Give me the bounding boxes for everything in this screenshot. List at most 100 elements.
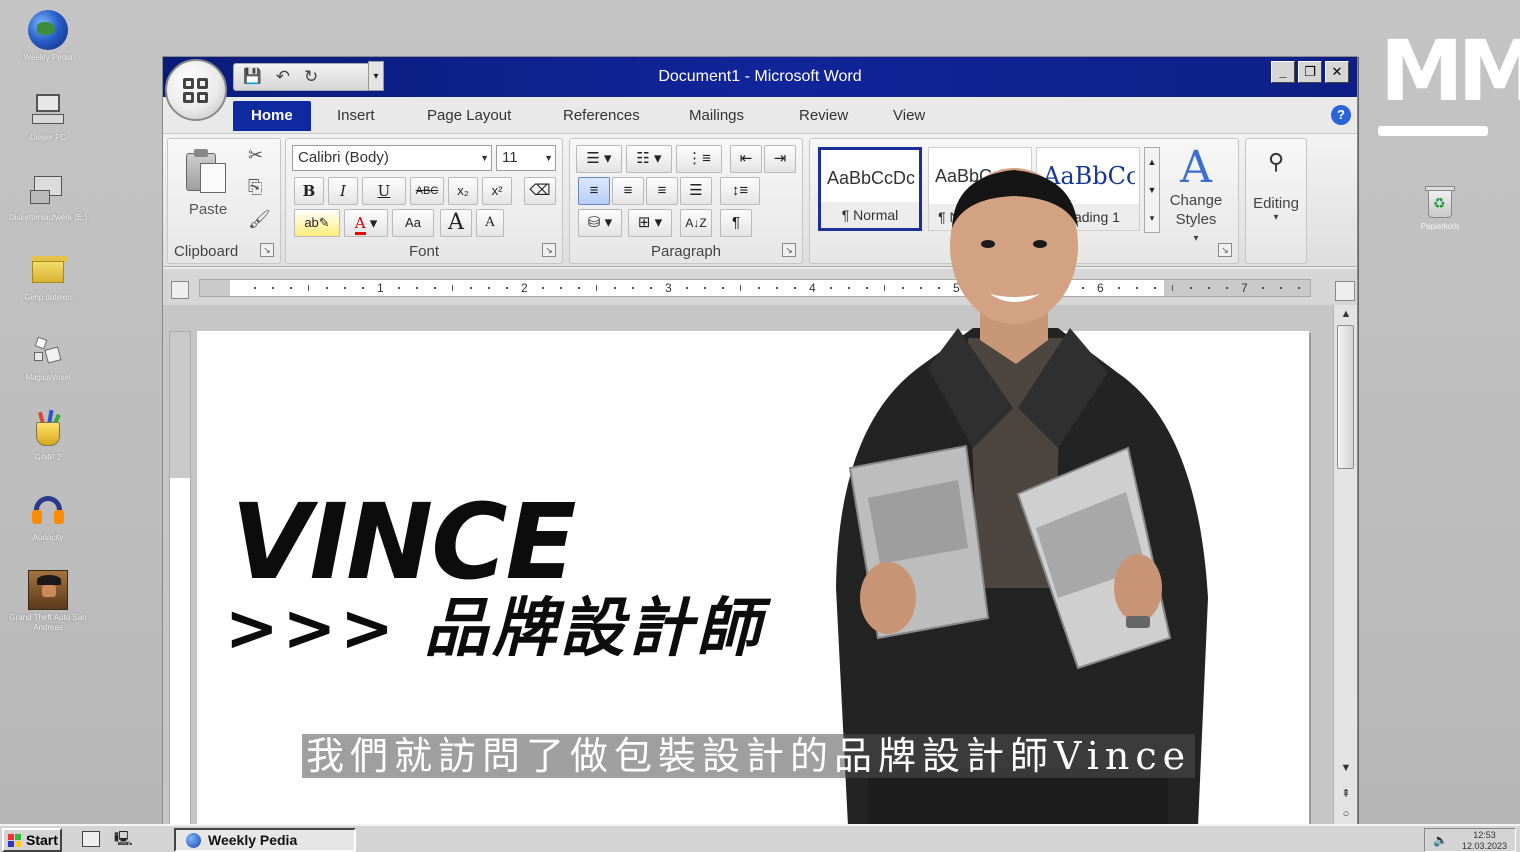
gta-icon <box>28 570 68 610</box>
tab-home[interactable]: Home <box>233 101 311 131</box>
ruler-tick <box>758 287 760 289</box>
taskbar-item-weekly-pedia[interactable]: Weekly Pedia <box>174 828 356 852</box>
close-button[interactable]: ✕ <box>1325 61 1349 83</box>
tab-page-layout[interactable]: Page Layout <box>409 101 529 131</box>
scroll-thumb[interactable] <box>1337 325 1354 469</box>
tab-selector-button[interactable] <box>171 281 189 299</box>
tab-insert[interactable]: Insert <box>319 101 393 131</box>
desktop-icon-gimp-dateien[interactable]: Gimp dateien <box>0 250 96 303</box>
clock[interactable]: 12:53 12.03.2023 <box>1462 830 1507 852</box>
previous-page-icon[interactable]: ⇞ <box>1334 785 1357 803</box>
bullets-button[interactable]: ☰ ▾ <box>576 145 622 173</box>
desktop-icon-audacity[interactable]: Audacity <box>0 490 96 543</box>
font-color-button[interactable]: A ▾ <box>344 209 388 237</box>
subscript-button[interactable]: x₂ <box>448 177 478 205</box>
desktop-icon-floppy-drive[interactable]: Diskettenlaufwerk (E:) <box>0 170 96 223</box>
align-center-icon: ≡ <box>623 182 633 199</box>
globe-icon <box>186 833 201 848</box>
undo-icon[interactable]: ↶ <box>276 68 290 86</box>
shading-button[interactable]: ⛁ ▾ <box>578 209 622 237</box>
tab-references[interactable]: References <box>545 101 658 131</box>
align-left-button[interactable]: ≡ <box>578 177 610 205</box>
clipboard-launcher-icon[interactable]: ↘ <box>260 243 274 257</box>
ruler-tick <box>704 287 706 289</box>
font-size-select[interactable]: 11 ▼ <box>496 145 556 171</box>
editing-group[interactable]: ⚲ Editing ▾ <box>1245 138 1307 264</box>
line-spacing-button[interactable]: ↕≡ <box>720 177 760 205</box>
tab-review[interactable]: Review <box>781 101 866 131</box>
desktop-icon-dieser-pc[interactable]: Dieser PC <box>0 90 96 143</box>
font-family-select[interactable]: Calibri (Body) ▼ <box>292 145 492 171</box>
font-launcher-icon[interactable]: ↘ <box>542 243 556 257</box>
binoculars-icon: ⚲ <box>1267 149 1285 174</box>
restore-button[interactable]: ❐ <box>1298 61 1322 83</box>
taskbar: Start 🖳 Weekly Pedia 🔈 12:53 12.03.2023 <box>0 824 1520 852</box>
minimize-button[interactable]: _ <box>1271 61 1295 83</box>
show-desktop-icon[interactable] <box>82 831 100 847</box>
desktop-icon-recycle-bin[interactable]: ♻ Papierkorb <box>1408 182 1472 231</box>
bold-button[interactable]: B <box>294 177 324 205</box>
ruler-tick <box>1280 287 1282 289</box>
scroll-up-icon[interactable]: ▲ <box>1334 305 1357 323</box>
paste-button[interactable]: Paste <box>168 139 248 237</box>
chevron-down-icon: ▼ <box>544 153 553 163</box>
increase-indent-button[interactable]: ⇥ <box>764 145 796 173</box>
clear-formatting-button[interactable]: ⌫ <box>524 177 556 205</box>
computer-quicklaunch-icon[interactable]: 🖳 <box>114 831 133 847</box>
cubes-icon <box>28 330 68 370</box>
desktop-icon-magicavoxel[interactable]: MagicaVoxel <box>0 330 96 383</box>
ruler-tick <box>650 287 652 289</box>
vertical-ruler[interactable] <box>169 331 191 825</box>
pilcrow-icon: ¶ <box>731 214 741 231</box>
scroll-down-icon[interactable]: ▼ <box>1334 759 1357 777</box>
align-center-button[interactable]: ≡ <box>612 177 644 205</box>
tab-mailings[interactable]: Mailings <box>671 101 762 131</box>
redo-icon[interactable]: ↻ <box>304 68 318 86</box>
cut-icon[interactable]: ✂ <box>248 145 263 166</box>
sort-button[interactable]: A↓Z <box>680 209 712 237</box>
numbering-button[interactable]: ☷ ▾ <box>626 145 672 173</box>
show-formatting-button[interactable]: ¶ <box>720 209 752 237</box>
format-painter-icon[interactable]: 🖌 <box>248 209 271 230</box>
save-icon[interactable]: 💾 <box>243 68 262 86</box>
desktop-icon-gimp[interactable]: GIMP 2 <box>0 409 96 463</box>
ruler-tick <box>560 287 562 289</box>
underline-button[interactable]: U <box>362 177 406 205</box>
copy-icon[interactable]: ⎘ <box>248 177 262 198</box>
justify-button[interactable]: ☰ <box>680 177 712 205</box>
vertical-scrollbar[interactable]: ▲ ▼ ⇞ ○ <box>1333 305 1357 825</box>
chevron-down-icon: ▾ <box>1273 212 1279 223</box>
decrease-indent-button[interactable]: ⇤ <box>730 145 762 173</box>
multilevel-list-button[interactable]: ⋮≡ <box>676 145 722 173</box>
speaker-icon[interactable]: 🔈 <box>1433 833 1448 847</box>
tab-view[interactable]: View <box>875 101 943 131</box>
desktop-icon-gta-san-andreas[interactable]: Grand Theft Auto San Andreas <box>0 570 96 633</box>
change-case-button[interactable]: Aa <box>392 209 434 237</box>
ruler-number: 3 <box>665 281 672 295</box>
grow-font-button[interactable]: A <box>440 209 472 237</box>
borders-button[interactable]: ⊞ ▾ <box>628 209 672 237</box>
ruler-tick <box>578 287 580 289</box>
paragraph-group: ☰ ▾ ☷ ▾ ⋮≡ ⇤ ⇥ ≡ ≡ ≡ ☰ ↕≡ ⛁ ▾ ⊞ ▾ A↓Z ¶ … <box>569 138 803 264</box>
desktop-icon-weekly-pedia[interactable]: Weekly Pedia <box>0 10 96 63</box>
office-button[interactable] <box>165 59 227 121</box>
window-controls: _ ❐ ✕ <box>1271 61 1349 83</box>
highlight-button[interactable]: ab✎ <box>294 209 340 237</box>
ruler-tick <box>740 285 741 291</box>
customize-qat-button[interactable]: ▾ <box>368 61 384 91</box>
view-ruler-button[interactable] <box>1335 281 1355 301</box>
strikethrough-button[interactable]: ABC <box>410 177 444 205</box>
folder-icon <box>28 250 68 290</box>
ruler-number: 1 <box>377 281 384 295</box>
italic-button[interactable]: I <box>328 177 358 205</box>
superscript-button[interactable]: x² <box>482 177 512 205</box>
start-button[interactable]: Start <box>2 828 62 852</box>
shrink-font-button[interactable]: A <box>476 209 504 237</box>
ruler-tick <box>1262 287 1264 289</box>
align-right-icon: ≡ <box>657 182 667 199</box>
help-icon[interactable]: ? <box>1331 105 1351 125</box>
align-right-button[interactable]: ≡ <box>646 177 678 205</box>
paragraph-launcher-icon[interactable]: ↘ <box>782 243 796 257</box>
font-label: Font <box>408 243 439 260</box>
browse-object-icon[interactable]: ○ <box>1334 805 1357 823</box>
